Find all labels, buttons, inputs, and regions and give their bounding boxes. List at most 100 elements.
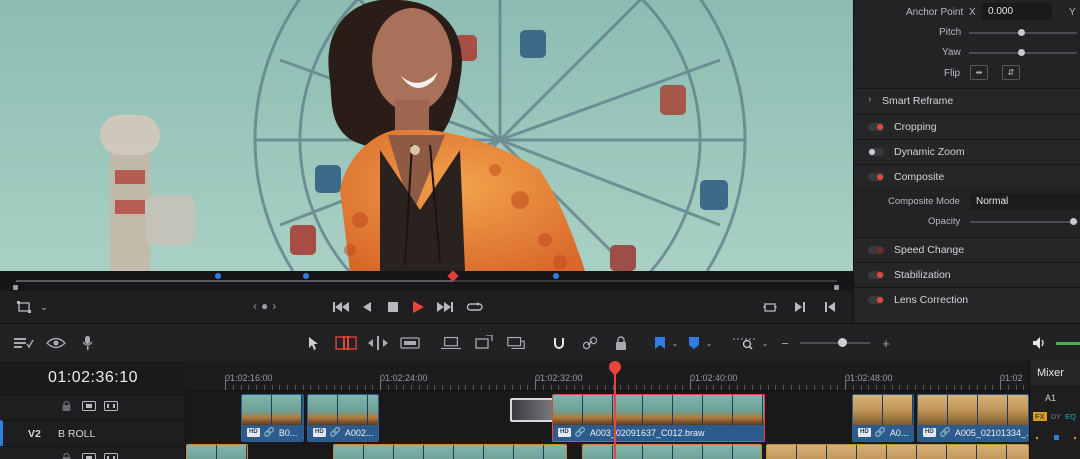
lock-icon[interactable]: [611, 333, 631, 353]
ruler-tick: [829, 385, 831, 390]
composite-toggle[interactable]: [868, 173, 884, 181]
timeline-clip[interactable]: [582, 444, 762, 459]
marker-blue[interactable]: [553, 273, 559, 279]
stop-icon[interactable]: [383, 297, 403, 317]
track-row-v3[interactable]: [0, 394, 186, 420]
viewer-scrub-bar[interactable]: [0, 270, 853, 291]
dynamic-zoom-toggle[interactable]: [868, 148, 884, 156]
microphone-icon[interactable]: [78, 333, 98, 353]
step-back-icon[interactable]: [357, 297, 377, 317]
out-point-handle[interactable]: [834, 285, 839, 290]
timeline-clip[interactable]: [766, 444, 1029, 459]
track-row-v2[interactable]: V2 B ROLL: [0, 420, 186, 446]
snapping-icon[interactable]: [549, 333, 569, 353]
timeline-clip-selected[interactable]: HD 🔗 A003_02091637_C012.braw: [552, 394, 765, 442]
timeline-timecode[interactable]: 01:02:36:10: [0, 361, 186, 394]
marker-blue[interactable]: [215, 273, 221, 279]
speed-change-toggle[interactable]: [868, 246, 884, 254]
timeline-tracks[interactable]: HD 🔗 B0... HD 🔗 A002... HD 🔗 A003_02091637_C01…: [186, 391, 1029, 459]
zoom-slider-knob[interactable]: [838, 338, 847, 347]
next-clip-icon[interactable]: [790, 297, 810, 317]
chevron-down-icon[interactable]: ⌄: [34, 297, 54, 317]
lens-correction-toggle[interactable]: [868, 296, 884, 304]
replace-clip-icon[interactable]: [506, 333, 526, 353]
lane-v1: [186, 444, 1029, 459]
speaker-icon[interactable]: [1030, 333, 1050, 353]
opacity-slider[interactable]: [970, 221, 1078, 223]
in-point-handle[interactable]: [13, 285, 18, 290]
section-composite[interactable]: Composite: [854, 164, 1080, 188]
section-label: Composite: [894, 171, 945, 183]
yaw-row: Yaw: [854, 47, 1080, 61]
edit-nav[interactable]: ‹●›: [253, 299, 280, 313]
selection-arrow-icon[interactable]: [304, 333, 324, 353]
dynamic-trim-icon[interactable]: [368, 333, 388, 353]
flip-horizontal-icon[interactable]: ⇹: [970, 65, 988, 80]
jump-end-icon[interactable]: [435, 297, 455, 317]
zoom-out-icon[interactable]: −: [775, 333, 795, 353]
pitch-slider-knob[interactable]: [1018, 29, 1025, 36]
ruler-tick: [504, 385, 505, 390]
timeline-clip[interactable]: HD 🔗 A002...: [307, 394, 379, 442]
zoom-in-icon[interactable]: +: [876, 333, 896, 353]
chevron-down-icon[interactable]: ⌄: [699, 333, 719, 353]
chevron-down-icon[interactable]: ⌄: [665, 333, 685, 353]
viewer[interactable]: [0, 0, 853, 271]
fullscreen-icon[interactable]: [760, 297, 780, 317]
section-speed-change[interactable]: Speed Change: [854, 237, 1080, 261]
track-row-v1[interactable]: [0, 446, 186, 459]
auto-select-icon[interactable]: [82, 401, 96, 413]
chevron-down-icon[interactable]: ⌄: [755, 333, 775, 353]
marker-blue[interactable]: [303, 273, 309, 279]
loop-icon[interactable]: [465, 297, 485, 317]
section-stabilization[interactable]: Stabilization: [854, 262, 1080, 286]
cropping-toggle[interactable]: [868, 123, 884, 131]
timeline-clip[interactable]: [186, 444, 248, 459]
prev-clip-icon[interactable]: [820, 297, 840, 317]
track-name-label[interactable]: B ROLL: [58, 428, 95, 440]
resolve-edit-page: ⌄ ‹●› Anchor Point X 0.000 Y Pitch Yaw F…: [0, 0, 1080, 459]
timeline-clip[interactable]: HD 🔗 A005_02101334_...: [917, 394, 1029, 442]
ruler-tick: [527, 385, 529, 390]
mixer-fx-row[interactable]: FX DY EQ: [1033, 412, 1076, 421]
timeline-clip[interactable]: HD 🔗 A0...: [852, 394, 914, 442]
link-icon[interactable]: [580, 333, 600, 353]
play-icon[interactable]: [408, 297, 428, 317]
flip-vertical-icon[interactable]: ⇵: [1002, 65, 1020, 80]
ruler-tick: [473, 385, 474, 390]
blade-icon[interactable]: [400, 333, 420, 353]
track-enable-icon[interactable]: [104, 401, 118, 413]
jump-start-icon[interactable]: [331, 297, 351, 317]
track-lock-icon[interactable]: [62, 452, 71, 459]
dy-badge[interactable]: DY: [1051, 412, 1061, 421]
timeline-view-options-icon[interactable]: [14, 333, 34, 353]
transform-icon[interactable]: [14, 297, 34, 317]
composite-mode-select[interactable]: Normal: [970, 193, 1080, 210]
timeline-clip[interactable]: HD 🔗 B0...: [241, 394, 304, 442]
anchor-x-field[interactable]: 0.000: [982, 3, 1052, 20]
ruler-tick: [984, 385, 986, 390]
section-smart-reframe[interactable]: › Smart Reframe: [854, 88, 1080, 112]
opacity-row: Opacity: [854, 215, 1080, 229]
zoom-slider[interactable]: [800, 342, 870, 344]
timeline-ruler[interactable]: 01:02:16:00 01:02:24:00 01:02:32:00 01:0…: [186, 361, 1029, 391]
section-lens-correction[interactable]: Lens Correction: [854, 287, 1080, 323]
eq-badge[interactable]: EQ: [1065, 412, 1076, 421]
timeline-clip[interactable]: [333, 444, 567, 459]
trim-edit-icon[interactable]: [334, 333, 358, 353]
yaw-slider-knob[interactable]: [1018, 49, 1025, 56]
stabilization-toggle[interactable]: [868, 271, 884, 279]
auto-select-icon[interactable]: [82, 453, 96, 459]
yaw-label: Yaw: [942, 47, 961, 58]
timeline-toolbar: ⌄ ⌄ ⌄ − +: [0, 323, 1080, 361]
section-dynamic-zoom[interactable]: Dynamic Zoom: [854, 139, 1080, 163]
track-lock-icon[interactable]: [62, 400, 71, 413]
fx-badge[interactable]: FX: [1033, 412, 1047, 421]
section-cropping[interactable]: Cropping: [854, 114, 1080, 138]
track-enable-icon[interactable]: [104, 453, 118, 459]
overwrite-clip-icon[interactable]: [474, 333, 494, 353]
eye-icon[interactable]: [46, 333, 66, 353]
ruler-tick: [465, 385, 467, 390]
opacity-slider-knob[interactable]: [1070, 218, 1077, 225]
insert-clip-icon[interactable]: [441, 333, 461, 353]
